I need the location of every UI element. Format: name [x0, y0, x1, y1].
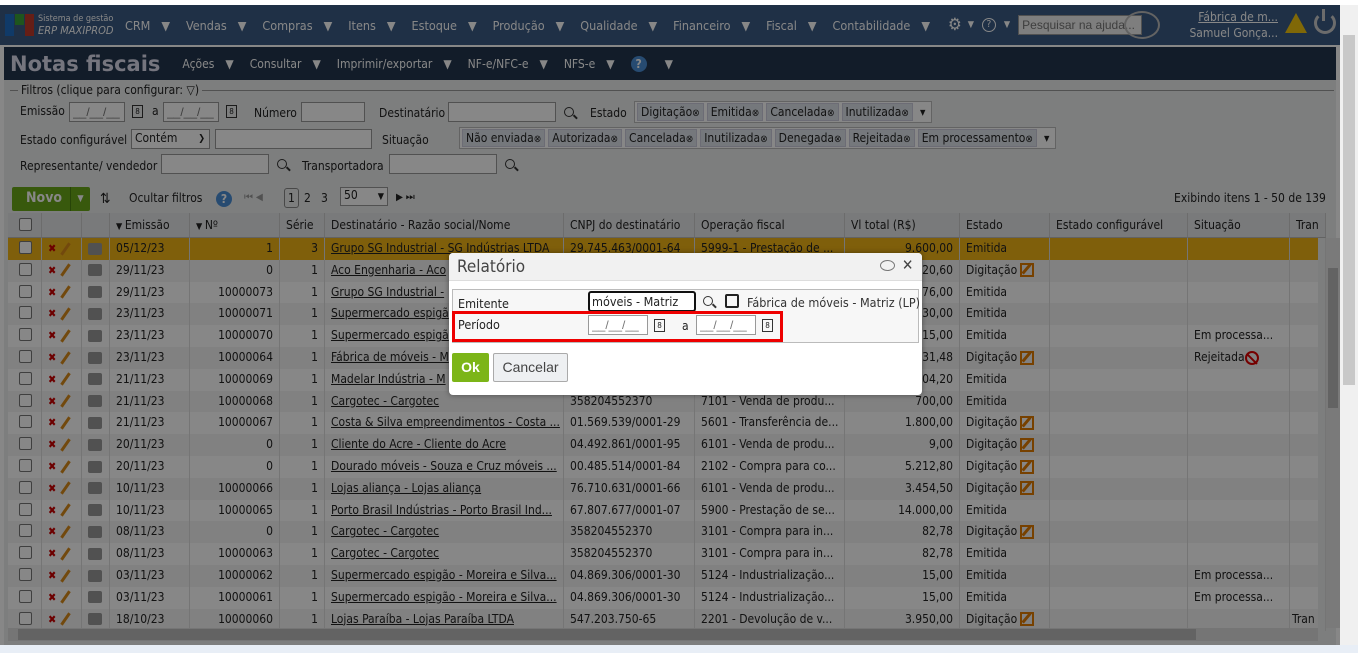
emitente-input[interactable]: móveis - Matriz (LP) — [588, 291, 696, 312]
ok-button[interactable]: Ok — [452, 353, 489, 382]
comment-icon[interactable] — [880, 260, 895, 271]
search-icon[interactable] — [703, 296, 713, 306]
dialog-titlebar: Relatório ✕ — [449, 253, 922, 281]
relatorio-dialog: Relatório ✕ Emitente móveis - Matriz (LP… — [449, 253, 922, 395]
emitente-label: Emitente — [458, 296, 509, 311]
page-scrollbar[interactable] — [1340, 5, 1358, 645]
cancel-button[interactable]: Cancelar — [493, 353, 568, 382]
bottom-bar — [0, 645, 1358, 653]
dialog-title: Relatório — [457, 257, 526, 277]
close-icon[interactable]: ✕ — [902, 256, 913, 274]
highlight-box — [452, 311, 783, 342]
emitente-description: Fábrica de móveis - Matriz (LP) — [747, 295, 921, 310]
external-link-icon[interactable] — [725, 294, 739, 308]
page: Sistema de gestão ERP MAXIPROD CRM ▼ Vendas… — [0, 0, 1358, 653]
